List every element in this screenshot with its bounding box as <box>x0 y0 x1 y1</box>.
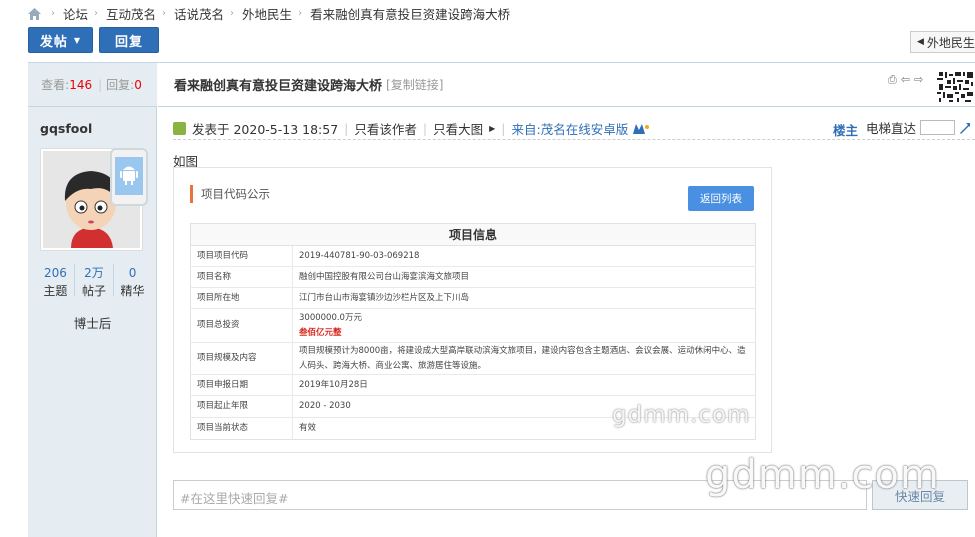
breadcrumb-item-thread[interactable]: 看来融创真有意投巨资建设跨海大桥 <box>310 4 510 23</box>
watermark-small: gdmm.com <box>612 402 751 428</box>
chevron-left-icon: ◀ <box>917 37 924 47</box>
breadcrumb-item-forum[interactable]: 论坛 <box>63 4 88 23</box>
table-row: 项目总投资 3000000.0万元 叁佰亿元整 <box>190 308 756 343</box>
floor-number-input[interactable] <box>920 120 956 135</box>
author-stat-posts[interactable]: 2万 帖子 <box>82 264 106 300</box>
large-image-link[interactable]: 只看大图 <box>433 119 483 138</box>
online-status-icon <box>173 122 186 135</box>
breadcrumb-separator: › <box>51 8 55 19</box>
table-row: 项目名称 融创中国控股有限公司台山海宴滨海文旅项目 <box>190 266 756 288</box>
breadcrumb-separator: › <box>298 8 303 19</box>
views-label: 查看: <box>41 78 70 92</box>
thread-title-bar: 看来融创真有意投巨资建设跨海大桥 [复制链接] <box>158 63 975 107</box>
floor-label: 楼主 <box>833 123 859 138</box>
breadcrumb-separator: › <box>94 8 99 19</box>
copy-link-button[interactable]: [复制链接] <box>386 76 443 93</box>
action-buttons: 发帖 ▼ 回复 <box>28 27 159 53</box>
back-tab-label: 外地民生 <box>926 35 975 50</box>
elevator-label: 电梯直达 <box>866 121 917 136</box>
home-icon[interactable] <box>28 7 41 20</box>
thread-title: 看来融创真有意投巨资建设跨海大桥 <box>174 79 383 94</box>
replies-count: 0 <box>134 77 142 92</box>
table-row: 项目规模及内容 项目规模预计为8000亩，将建设成大型高岸联动滨海文旅项目，建设内… <box>190 342 756 375</box>
reply-button[interactable]: 回复 <box>99 27 159 53</box>
print-icon[interactable]: ⎙ <box>888 73 897 87</box>
only-author-link[interactable]: 只看该作者 <box>354 119 417 138</box>
breadcrumb: › 论坛 › 互动茂名 › 话说茂名 › 外地民生 › 看来融创真有意投巨资建设… <box>0 0 975 27</box>
caret-down-icon: ▼ <box>73 35 82 45</box>
watermark-large: gdmm.com <box>705 452 940 498</box>
breadcrumb-item-interactive[interactable]: 互动茂名 <box>106 4 156 23</box>
source-link[interactable]: 来自:茂名在线安卓版 <box>512 119 629 138</box>
breadcrumb-separator: › <box>230 8 235 19</box>
author-stats: 206 主题 2万 帖子 0 精华 <box>40 264 148 300</box>
post-button[interactable]: 发帖 ▼ <box>28 27 93 53</box>
caret-right-icon: ▶ <box>489 124 496 133</box>
table-row: 项目所在地 江门市台山市海宴镇沙边沙栏片区及上下川岛 <box>190 287 756 309</box>
thread-stats: 查看: 146 | 回复: 0 <box>28 63 157 107</box>
project-table-title: 项目信息 <box>190 223 756 246</box>
author-stat-digest[interactable]: 0 精华 <box>121 264 145 300</box>
back-to-forum-tab[interactable]: ◀ 外地民生 <box>910 31 975 53</box>
image-back-button: 返回列表 <box>688 186 754 211</box>
author-rank: 博士后 <box>73 316 112 331</box>
table-row: 项目项目代码 2019-440781-90-03-069218 <box>190 245 756 267</box>
post-date: 发表于 2020-5-13 18:57 <box>192 122 339 137</box>
views-count: 146 <box>69 77 93 92</box>
next-thread-icon[interactable]: ⇨ <box>914 73 923 87</box>
post-button-label: 发帖 <box>39 34 68 50</box>
thread-tools: ⎙ ⇦ ⇨ <box>888 73 923 87</box>
qr-code-icon[interactable] <box>935 70 975 104</box>
floor-jump: 电梯直达 <box>866 118 971 137</box>
android-client-icon <box>110 148 148 206</box>
go-arrow-icon[interactable] <box>959 122 971 134</box>
author-username[interactable]: gqsfool <box>40 121 92 136</box>
author-stat-topics[interactable]: 206 主题 <box>43 264 67 300</box>
prev-thread-icon[interactable]: ⇦ <box>901 73 910 87</box>
breadcrumb-item-outside[interactable]: 外地民生 <box>242 4 292 23</box>
app-logo-icon <box>633 123 650 134</box>
replies-label: 回复: <box>106 78 135 92</box>
breadcrumb-item-talk[interactable]: 话说茂名 <box>174 4 224 23</box>
image-header: 项目代码公示 <box>190 185 270 203</box>
table-row: 项目申报日期 2019年10月28日 <box>190 374 756 396</box>
breadcrumb-separator: › <box>162 8 167 19</box>
